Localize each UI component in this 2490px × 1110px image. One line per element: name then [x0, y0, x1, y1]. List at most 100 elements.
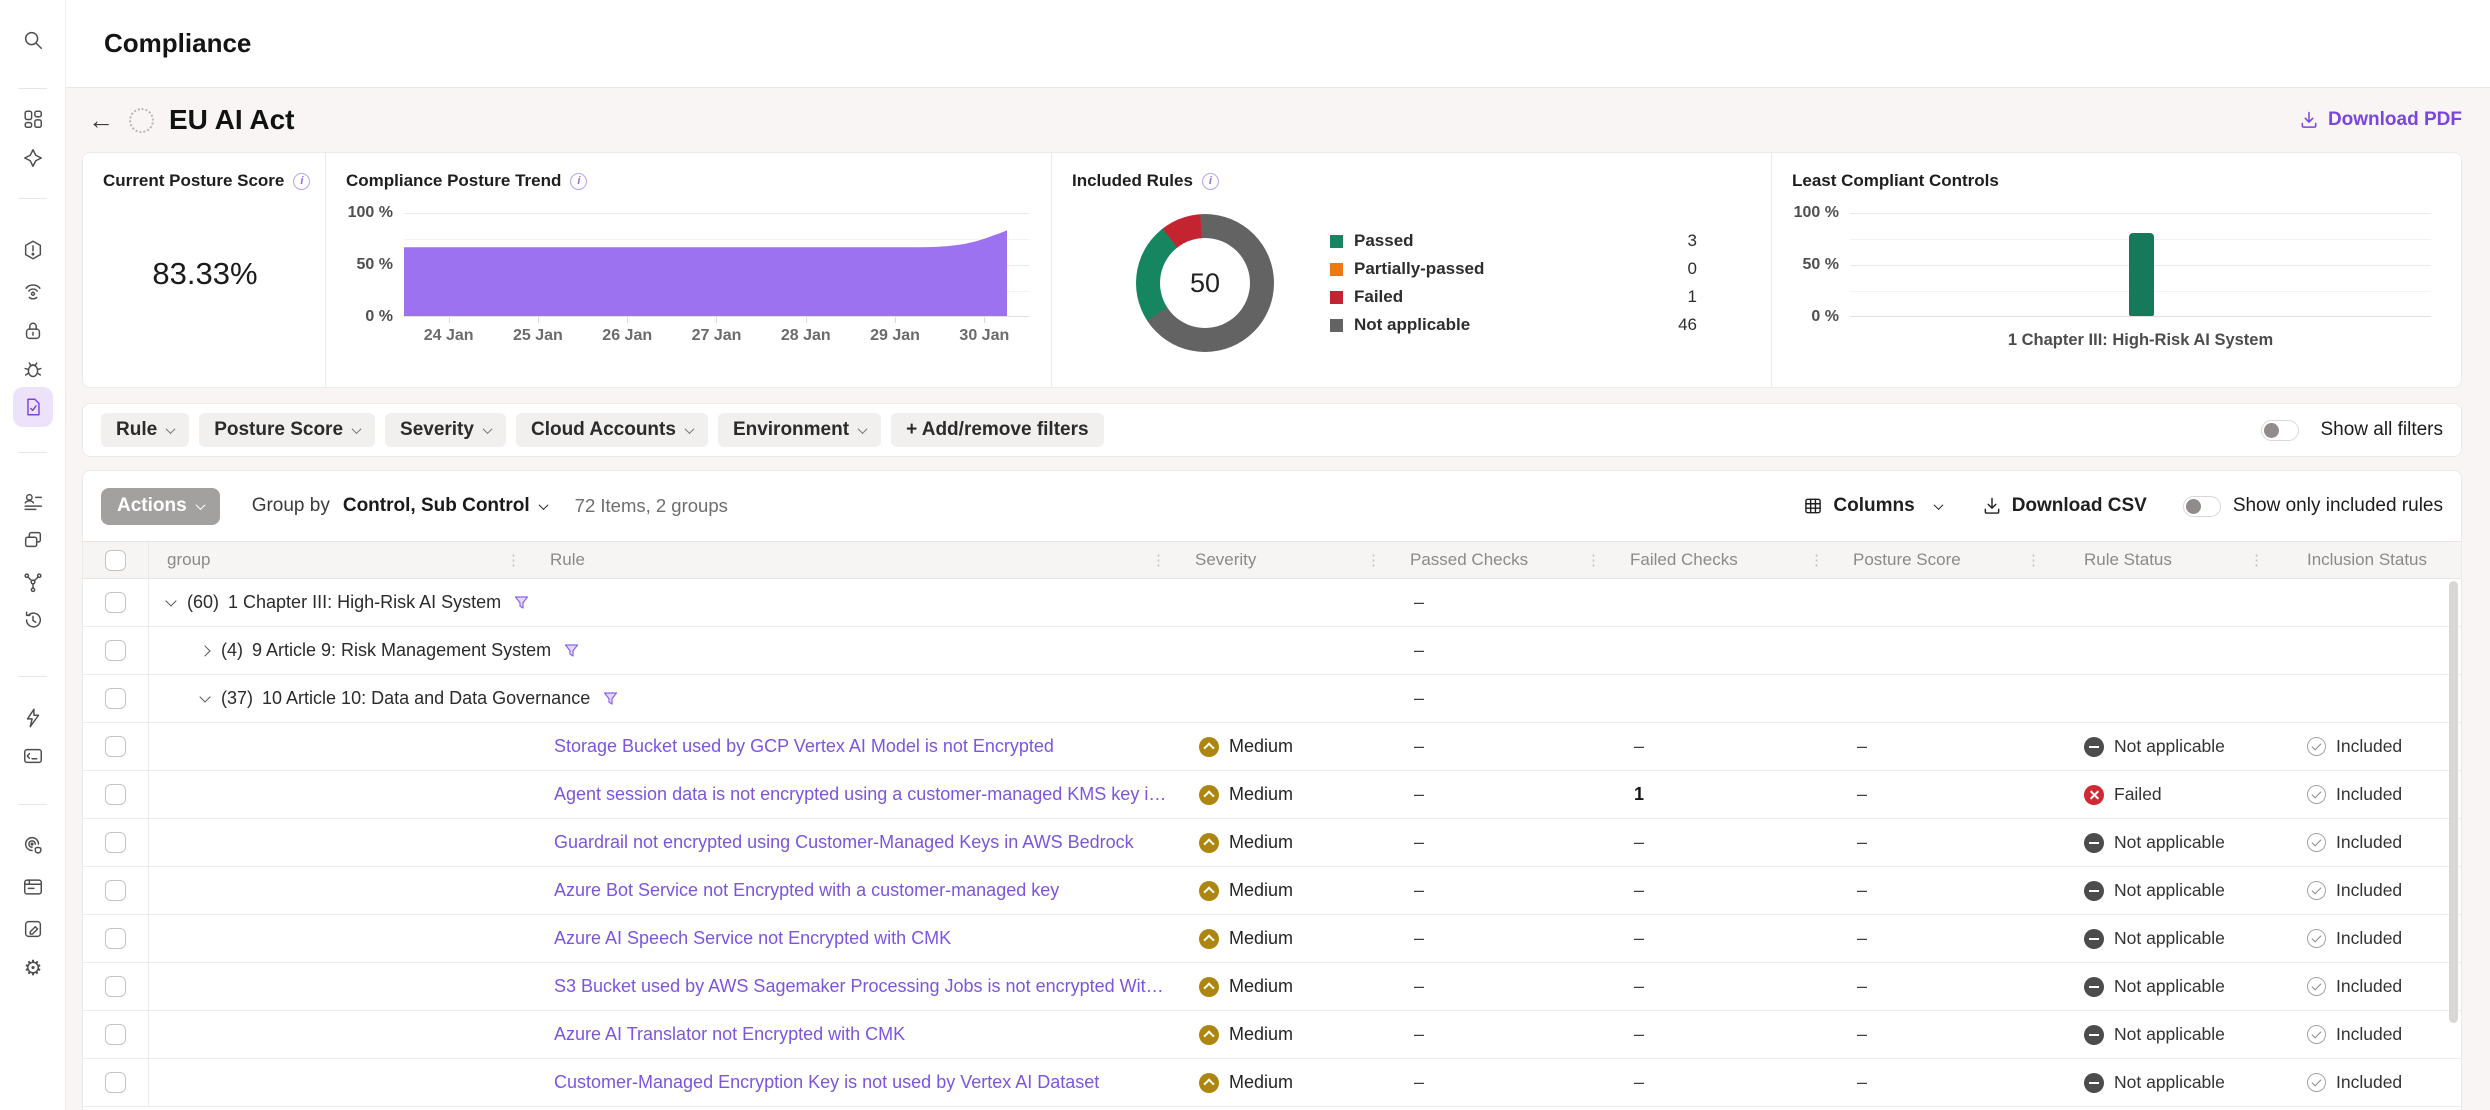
row-checkbox[interactable] — [105, 928, 126, 949]
show-only-included-toggle[interactable] — [2183, 496, 2221, 517]
group-cell — [149, 819, 526, 866]
inventory-icon[interactable] — [21, 490, 45, 514]
actions-icon[interactable] — [21, 706, 45, 730]
rule-status-cell — [2046, 675, 2269, 722]
row-checkbox[interactable] — [105, 736, 126, 757]
table-group-row[interactable]: (4)9 Article 9: Risk Management System– — [83, 627, 2461, 675]
add-remove-filters-button[interactable]: + Add/remove filters — [891, 413, 1104, 447]
filter-chip-environment[interactable]: Environment — [718, 413, 881, 447]
column-header-status[interactable]: Rule Status⋮ — [2046, 542, 2269, 578]
rule-link[interactable]: Storage Bucket used by GCP Vertex AI Mod… — [554, 736, 1054, 757]
row-checkbox[interactable] — [105, 1072, 126, 1093]
row-checkbox-cell — [83, 675, 149, 722]
rule-link[interactable]: Guardrail not encrypted using Customer-M… — [554, 832, 1134, 853]
severity-label: Medium — [1229, 832, 1293, 853]
search-icon[interactable] — [21, 28, 45, 52]
rule-link[interactable]: S3 Bucket used by AWS Sagemaker Processi… — [554, 976, 1171, 997]
threat-detection-icon[interactable] — [21, 279, 45, 303]
table-group-row[interactable]: (60)1 Chapter III: High-Risk AI System– — [83, 579, 2461, 627]
sidebar-item-compliance[interactable] — [13, 387, 53, 427]
column-menu-icon[interactable]: ⋮ — [1586, 551, 1606, 569]
rule-status-cell: Not applicable — [2046, 963, 2269, 1010]
row-checkbox[interactable] — [105, 1024, 126, 1045]
column-header-passed[interactable]: Passed Checks⋮ — [1386, 542, 1606, 578]
rule-link[interactable]: Agent session data is not encrypted usin… — [554, 784, 1171, 805]
passed-checks-value: – — [1414, 832, 1424, 853]
posture-score-value: 83.33% — [103, 191, 325, 387]
included-rules-panel: Included Rulesi 50 Passed3Partially-pass… — [1051, 153, 1771, 387]
severity-cell — [1171, 579, 1386, 626]
filter-chip-severity[interactable]: Severity — [385, 413, 506, 447]
filter-chip-posture-score[interactable]: Posture Score — [199, 413, 375, 447]
column-header-incl[interactable]: Inclusion Status — [2269, 542, 2461, 578]
dashboard-icon[interactable] — [21, 107, 45, 131]
rule-link[interactable]: Azure AI Speech Service not Encrypted wi… — [554, 928, 951, 949]
group-by-label: Group by — [252, 495, 330, 517]
column-header-failed[interactable]: Failed Checks⋮ — [1606, 542, 1829, 578]
show-all-filters-toggle[interactable] — [2261, 420, 2299, 441]
select-all-checkbox[interactable] — [105, 550, 126, 571]
info-icon[interactable]: i — [1202, 173, 1219, 190]
row-checkbox[interactable] — [105, 592, 126, 613]
security-graph-icon[interactable] — [21, 833, 45, 857]
chevron-right-icon[interactable] — [199, 645, 210, 656]
filter-chip-rule[interactable]: Rule — [101, 413, 189, 447]
posture-score-cell: – — [1829, 723, 2046, 770]
tick-mark — [449, 317, 450, 323]
posture-score-title: Current Posture Score — [103, 171, 284, 191]
column-header-sev[interactable]: Severity⋮ — [1171, 542, 1386, 578]
column-menu-icon[interactable]: ⋮ — [1151, 551, 1171, 569]
column-header-posture[interactable]: Posture Score⋮ — [1829, 542, 2046, 578]
vulnerabilities-icon[interactable] — [21, 357, 45, 381]
row-checkbox[interactable] — [105, 976, 126, 997]
row-checkbox[interactable] — [105, 880, 126, 901]
trend-chart: 100 % 50 % 0 % — [404, 213, 1029, 317]
issues-icon[interactable] — [21, 238, 45, 262]
resources-icon[interactable] — [21, 528, 45, 552]
download-pdf-button[interactable]: Download PDF — [2299, 109, 2462, 131]
failed-checks-value[interactable]: 1 — [1634, 784, 1644, 805]
reports-icon[interactable] — [21, 917, 45, 941]
included-check-icon — [2307, 833, 2326, 852]
vertical-scrollbar[interactable] — [2449, 581, 2458, 1023]
column-menu-icon[interactable]: ⋮ — [1809, 551, 1829, 569]
row-checkbox[interactable] — [105, 688, 126, 709]
included-check-icon — [2307, 929, 2326, 948]
filter-chip-cloud-accounts[interactable]: Cloud Accounts — [516, 413, 708, 447]
column-menu-icon[interactable]: ⋮ — [2249, 551, 2269, 569]
back-button[interactable]: ← — [88, 107, 114, 133]
columns-button[interactable]: Columns — [1803, 495, 1941, 517]
row-checkbox[interactable] — [105, 784, 126, 805]
column-menu-icon[interactable]: ⋮ — [2026, 551, 2046, 569]
row-checkbox[interactable] — [105, 832, 126, 853]
group-cell — [149, 1059, 526, 1106]
rule-link[interactable]: Azure AI Translator not Encrypted with C… — [554, 1024, 905, 1045]
attack-path-icon[interactable] — [21, 570, 45, 594]
severity-cell: Medium — [1171, 1059, 1386, 1106]
passed-checks-cell: – — [1386, 675, 1606, 722]
history-icon[interactable] — [21, 608, 45, 632]
columns-grid-icon — [1803, 496, 1823, 516]
download-csv-button[interactable]: Download CSV — [1982, 495, 2147, 517]
column-header-label: group — [167, 550, 210, 570]
row-checkbox[interactable] — [105, 640, 126, 661]
group-by-select[interactable]: Control, Sub Control — [343, 495, 547, 517]
rule-status-cell: Not applicable — [2046, 915, 2269, 962]
info-icon[interactable]: i — [570, 173, 587, 190]
projects-icon[interactable] — [21, 875, 45, 899]
rule-link[interactable]: Customer-Managed Encryption Key is not u… — [554, 1072, 1099, 1093]
info-icon[interactable]: i — [293, 173, 310, 190]
rule-link[interactable]: Azure Bot Service not Encrypted with a c… — [554, 880, 1059, 901]
column-menu-icon[interactable]: ⋮ — [1366, 551, 1386, 569]
cli-icon[interactable] — [21, 744, 45, 768]
secrets-icon[interactable] — [21, 319, 45, 343]
explorer-icon[interactable] — [21, 146, 45, 170]
table-group-row[interactable]: (37)10 Article 10: Data and Data Governa… — [83, 675, 2461, 723]
column-header-rule[interactable]: Rule⋮ — [526, 542, 1171, 578]
chevron-down-icon[interactable] — [199, 691, 210, 702]
settings-icon[interactable]: ⚙ — [21, 956, 45, 980]
column-menu-icon[interactable]: ⋮ — [506, 551, 526, 569]
column-header-group[interactable]: group ⋮ — [149, 542, 526, 578]
actions-button[interactable]: Actions — [101, 488, 220, 525]
chevron-down-icon[interactable] — [165, 595, 176, 606]
